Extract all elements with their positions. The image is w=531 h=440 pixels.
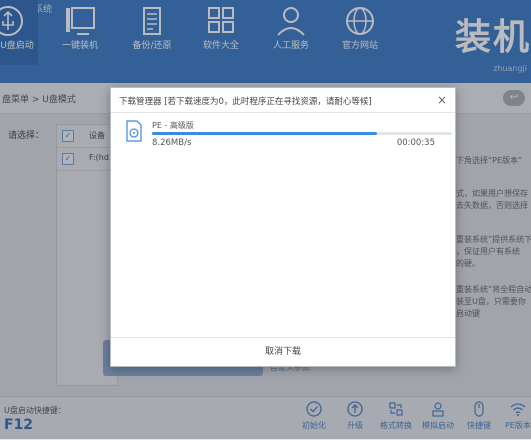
download-progress-fill (152, 132, 377, 135)
cancel-download-button[interactable]: 取消下载 (111, 338, 455, 366)
dialog-titlebar: 下载管理器 [若下载速度为0，此时程序正在寻找资源，请耐心等候] × (111, 88, 455, 113)
dialog-title: 下载管理器 [若下载速度为0，此时程序正在寻找资源，请耐心等候] (119, 97, 372, 107)
download-name: PE - 高级版 (152, 121, 194, 130)
download-speed: 8.26MB/s (152, 138, 192, 148)
download-progress-bar (152, 132, 452, 135)
dialog-footer: 取消下载 (111, 337, 455, 366)
close-icon[interactable]: × (437, 93, 447, 107)
download-time-remaining: 00:00:35 (396, 138, 435, 148)
download-item: PE - 高级版 8.26MB/s 00:00:35 (123, 116, 452, 156)
disc-file-icon (126, 120, 142, 142)
download-manager-dialog: 下载管理器 [若下载速度为0，此时程序正在寻找资源，请耐心等候] × PE - … (110, 87, 456, 367)
